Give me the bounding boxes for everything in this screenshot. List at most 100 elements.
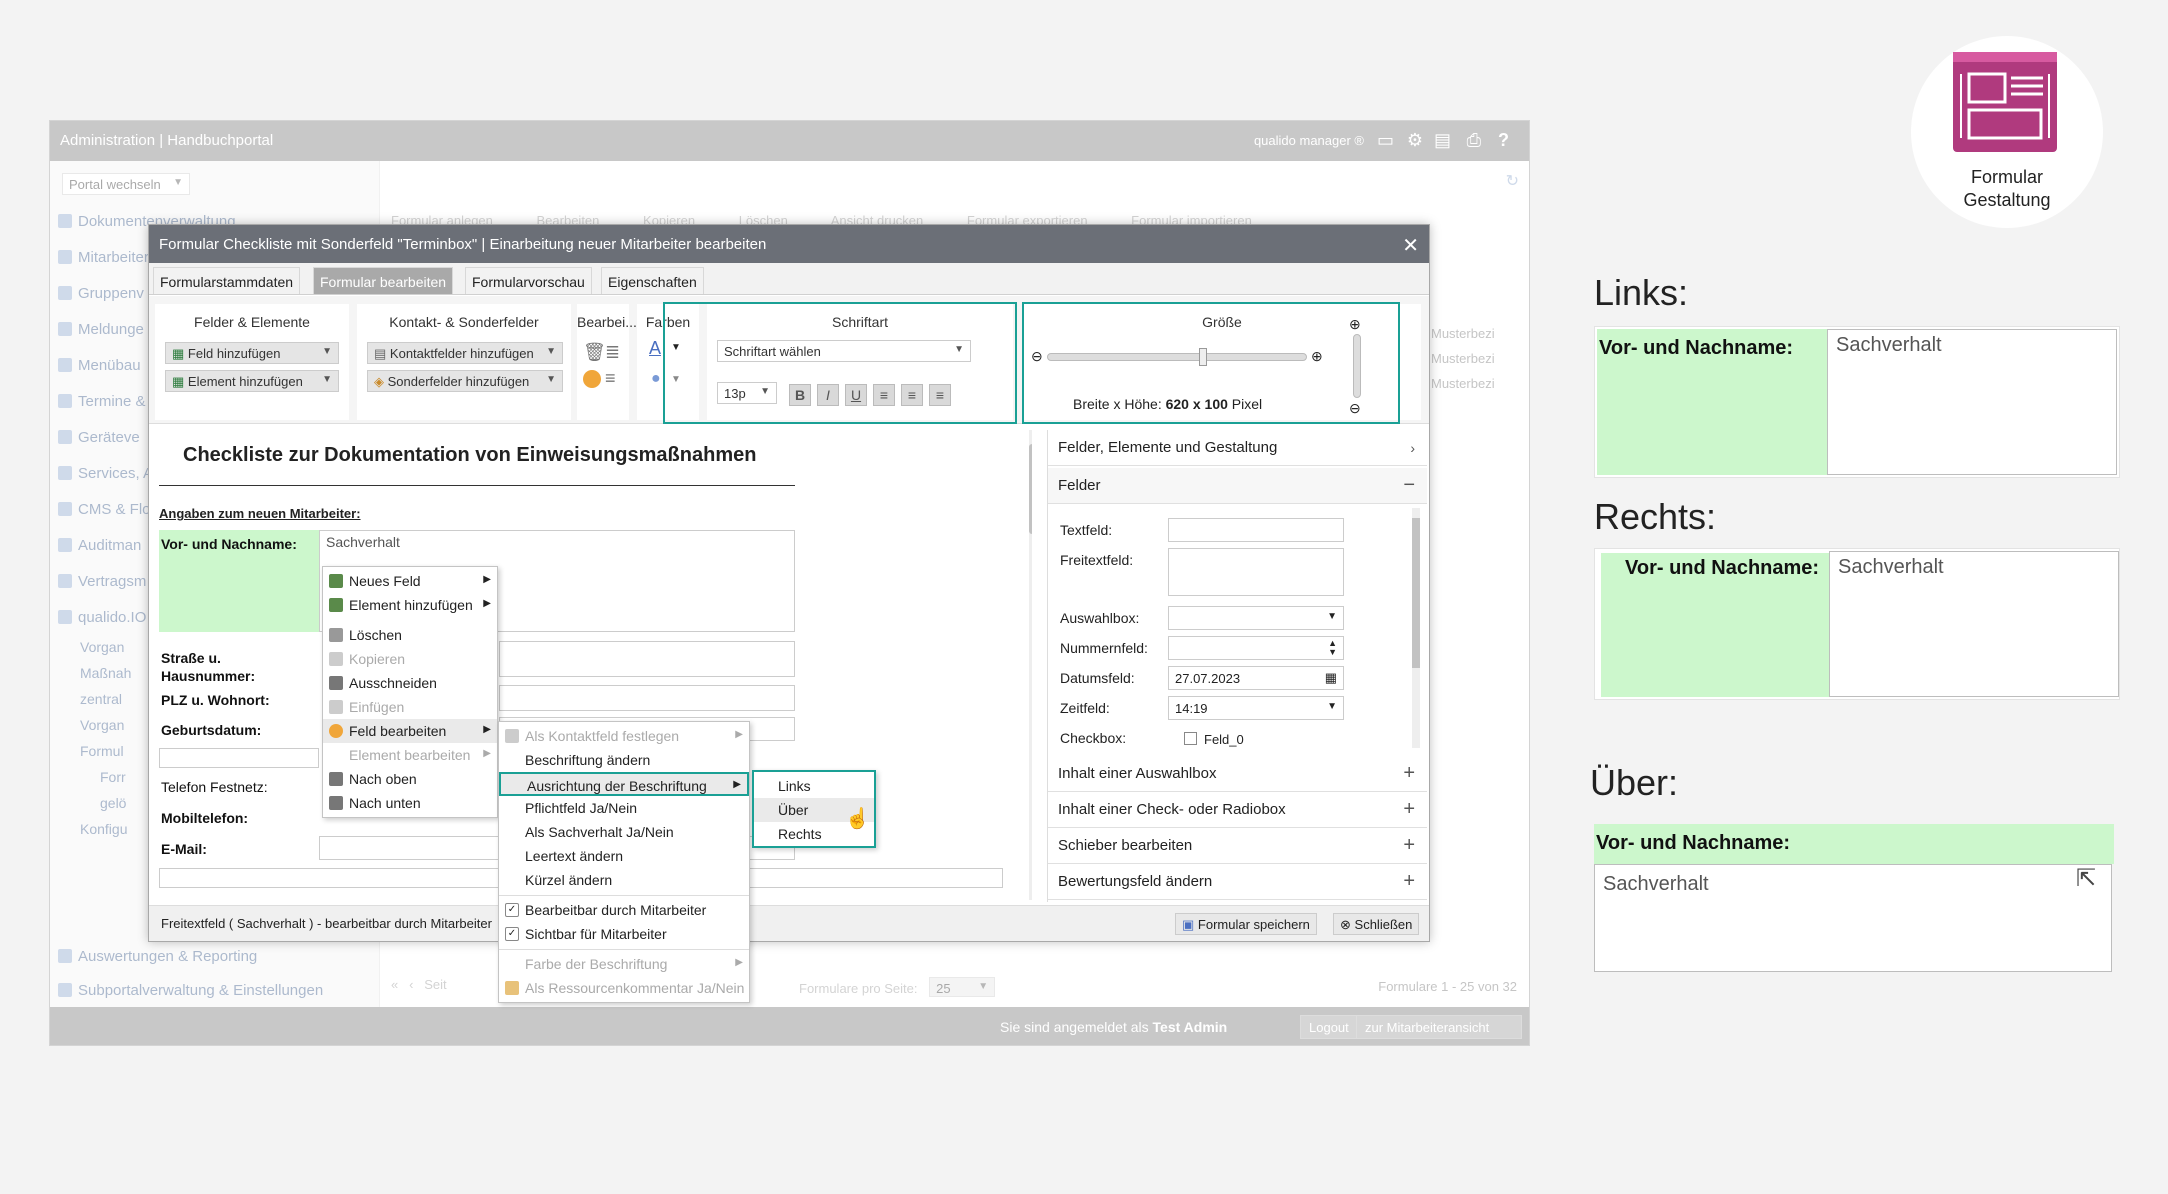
menu-item-sichtbar[interactable]: ✓ Sichtbar für Mitarbeiter [499,922,749,946]
sidebar-item-services[interactable]: Services, A [58,465,153,482]
edit-icon[interactable] [583,370,601,388]
close-button[interactable]: ⊗ Schließen [1333,913,1420,935]
sidebar-item-meldungen[interactable]: Meldunge [58,321,144,338]
datumsfeld-sample[interactable]: 27.07.2023 ▦ [1168,666,1344,690]
sidebar-item-termine[interactable]: Termine & [58,393,146,410]
prev-page-icon[interactable]: ‹ [409,977,413,992]
sidebar-item-qualido-io[interactable]: qualido.IO [58,609,146,626]
trash-icon[interactable]: 🗑 [583,342,606,363]
employee-view-button[interactable]: zur Mitarbeiteransicht [1356,1015,1522,1039]
menu-item-links[interactable]: Links [754,774,874,798]
add-contact-fields-dropdown[interactable]: ▤ Kontaktfelder hinzufügen ▼ [367,342,563,364]
sidebar-item-mitarbeiter[interactable]: Mitarbeiter [58,249,149,266]
reload-icon[interactable]: ↻ [1506,171,1519,191]
menu-item-element-bearbeiten[interactable]: Element bearbeiten ▶ [323,743,497,767]
menu-item-ressourcenkommentar[interactable]: Als Ressourcenkommentar Ja/Nein [499,976,749,1000]
add-field-dropdown[interactable]: ▦ Feld hinzufügen ▼ [165,342,339,364]
pager-size-select[interactable]: 25 ▼ [929,977,996,997]
freitextfeld-label: Freitextfeld: [1060,552,1134,568]
sidebar-sub-massnahmen[interactable]: Maßnah [80,665,131,681]
menu-item-element-hinzufuegen[interactable]: Element hinzufügen ▶ [323,593,497,617]
sidebar-item-audit[interactable]: Auditman [58,537,141,554]
sidebar-item-vertrag[interactable]: Vertragsm [58,573,146,590]
menu-item-neues-feld[interactable]: Neues Feld ▶ [323,569,497,593]
save-icon[interactable]: ▤ [1434,130,1451,151]
sidebar-sub-vorgang2[interactable]: Vorgan [80,717,124,733]
menu-item-bearbeitbar[interactable]: ✓ Bearbeitbar durch Mitarbeiter [499,898,749,922]
save-form-button[interactable]: ▣ Formular speichern [1175,913,1317,935]
menu-item-pflichtfeld[interactable]: Pflichtfeld Ja/Nein [499,796,749,820]
accordion-auswahlbox-inhalt[interactable]: Inhalt einer Auswahlbox + [1048,756,1427,792]
accordion-fields-elements[interactable]: Felder, Elemente und Gestaltung › [1048,430,1427,466]
portal-switch-select[interactable]: Portal wechseln ▼ [62,173,190,195]
checkbox-sample[interactable] [1184,732,1197,745]
sidebar-sub-geloescht[interactable]: gelö [100,795,126,811]
menu-item-nach-unten[interactable]: Nach unten [323,791,497,815]
menu-item-einfuegen[interactable]: Einfügen [323,695,497,719]
textfeld-label: Textfeld: [1060,522,1113,538]
network-icon[interactable]: ⚙ [1407,130,1423,151]
tab-formularstammdaten[interactable]: Formularstammdaten [153,267,301,294]
scrollbar[interactable] [1412,508,1420,748]
sidebar-item-auswertungen[interactable]: Auswertungen & Reporting [58,948,257,965]
accordion-bewertungsfeld[interactable]: Bewertungsfeld ändern + [1048,864,1427,900]
scrollbar-thumb[interactable] [1029,444,1032,534]
edit-icon [329,724,343,738]
auswahlbox-label: Auswahlbox: [1060,610,1140,626]
tab-eigenschaften[interactable]: Eigenschaften [601,267,704,294]
sidebar-item-menuebau[interactable]: Menübau [58,357,141,374]
menu-item-ausrichtung[interactable]: Ausrichtung der Beschriftung ▶ [499,772,749,796]
zeitfeld-sample[interactable]: 14:19 ▼ [1168,696,1344,720]
freitextfeld-sample[interactable] [1168,548,1344,596]
nummernfeld-sample[interactable]: ▲ ▼ [1168,636,1344,660]
accordion-schieber[interactable]: Schieber bearbeiten + [1048,828,1427,864]
menu-item-kontaktfeld[interactable]: Als Kontaktfeld festlegen ▶ [499,724,749,748]
logged-in-user: Test Admin [1152,1019,1228,1035]
sidebar-item-geraete[interactable]: Geräteve [58,429,140,446]
monitor-icon[interactable]: ▭ [1377,130,1394,151]
menu-item-beschriftung-aendern[interactable]: Beschriftung ändern [499,748,749,772]
sidebar-item-subportal[interactable]: Subportalverwaltung & Einstellungen [58,982,323,999]
menu-item-kuerzel[interactable]: Kürzel ändern [499,868,749,892]
sidebar-sub-formular-item[interactable]: Forr [100,769,126,785]
sidebar-item-gruppen[interactable]: Gruppenv [58,285,144,302]
scrollbar-thumb[interactable] [1412,518,1420,668]
accordion-checkbox-inhalt[interactable]: Inhalt einer Check- oder Radiobox + [1048,792,1427,828]
badge-line-1: Formular [1970,167,2043,187]
menu-item-ausschneiden[interactable]: Ausschneiden [323,671,497,695]
textfeld-sample[interactable] [1168,518,1344,542]
plz-input[interactable] [499,685,795,711]
scrollbar[interactable] [1029,430,1032,900]
field-edit-submenu: Als Kontaktfeld festlegen ▶ Beschriftung … [498,721,750,1003]
menu-item-loeschen[interactable]: Löschen [323,623,497,647]
first-page-icon[interactable]: « [391,977,398,992]
logout-button[interactable]: Logout [1300,1015,1358,1039]
section-title: Angaben zum neuen Mitarbeiter: [159,506,361,521]
user-label[interactable]: qualido manager ® [1254,133,1364,148]
font-color-icon[interactable]: A [649,338,661,359]
close-icon[interactable]: ✕ [1402,233,1419,258]
menu-item-feld-bearbeiten[interactable]: Feld bearbeiten ▶ [323,719,497,743]
menu-item-farbe[interactable]: Farbe der Beschriftung ▶ [499,952,749,976]
sidebar-item-cms[interactable]: CMS & Flo [58,501,151,518]
street-input[interactable] [499,641,795,677]
menu-item-kopieren[interactable]: Kopieren [323,647,497,671]
sidebar-sub-formulare[interactable]: Formul [80,743,124,759]
auswahlbox-sample[interactable]: ▼ [1168,606,1344,630]
add-element-dropdown[interactable]: ▦ Kontaktfelder hinzufügenElement hinzuf… [165,370,339,392]
layers-icon[interactable]: ≡ [605,368,616,389]
print-icon[interactable]: ⎙ [1467,130,1481,151]
accordion-felder[interactable]: Felder − [1048,468,1427,504]
stack-icon[interactable]: ≣ [605,342,620,363]
menu-item-leertext[interactable]: Leertext ändern [499,844,749,868]
sidebar-sub-zentral[interactable]: zentral [80,691,122,707]
sidebar-sub-konfiguration[interactable]: Konfigu [80,821,127,837]
menu-item-nach-oben[interactable]: Nach oben [323,767,497,791]
add-special-fields-dropdown[interactable]: ◈ Sonderfelder hinzufügen ▼ [367,370,563,392]
tab-formular-bearbeiten[interactable]: Formular bearbeiten [313,267,454,294]
tab-formularvorschau[interactable]: Formularvorschau [465,267,592,294]
menu-item-sachverhalt[interactable]: Als Sachverhalt Ja/Nein [499,820,749,844]
help-icon[interactable]: ? [1498,130,1509,151]
fill-color-icon[interactable]: ● [651,370,661,388]
sidebar-sub-vorgang[interactable]: Vorgan [80,639,124,655]
